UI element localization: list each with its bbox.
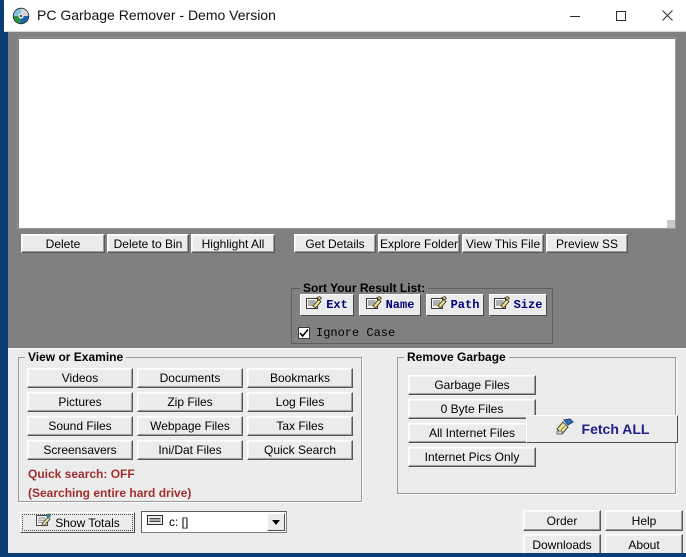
view-button-quick-search-label: Quick Search — [263, 443, 337, 457]
view-button-pictures-label: Pictures — [58, 395, 102, 409]
view-button-pictures[interactable]: Pictures — [27, 392, 133, 412]
bottom-button-help[interactable]: Help — [605, 510, 683, 531]
view-or-examine-legend: View or Examine — [25, 350, 127, 364]
sort-button-name-label: Name — [385, 298, 415, 312]
toolbar-button-view-this-file[interactable]: View This File — [462, 234, 544, 253]
minimize-button[interactable] — [552, 0, 598, 31]
focus-rect — [22, 514, 133, 531]
toolbar-button-preview-ss-label: Preview SS — [555, 236, 619, 251]
bottom-button-downloads-label: Downloads — [532, 537, 592, 552]
toolbar-button-preview-ss[interactable]: Preview SS — [546, 234, 628, 253]
fetch-all-button[interactable]: Fetch ALL — [526, 415, 678, 443]
remove-button-all-internet-files[interactable]: All Internet Files — [408, 423, 536, 443]
drive-combobox-value: c: [] — [169, 515, 189, 529]
drive-select-combobox[interactable]: c: [] — [141, 511, 287, 533]
close-icon — [661, 10, 673, 21]
drive-icon — [147, 513, 163, 531]
view-button-documents-label: Documents — [159, 371, 221, 385]
view-button-log-files[interactable]: Log Files — [247, 392, 353, 412]
application-window: PC Garbage Remover - Demo Version Sort Y… — [0, 0, 686, 557]
view-button-zip-files[interactable]: Zip Files — [137, 392, 243, 412]
cd-disc-icon — [12, 7, 30, 25]
title-bar: PC Garbage Remover - Demo Version — [4, 0, 686, 32]
bottom-button-downloads[interactable]: Downloads — [523, 534, 601, 553]
listbox-resize-grip[interactable] — [667, 220, 675, 228]
view-button-screensavers-label: Screensavers — [43, 443, 117, 457]
sort-button-name[interactable]: Name — [359, 294, 421, 316]
results-listbox[interactable] — [17, 37, 676, 229]
client-area: Sort Your Result List: Ext Name Path Size I… — [8, 32, 686, 553]
view-button-sound-files[interactable]: Sound Files — [27, 416, 133, 436]
maximize-icon — [616, 10, 626, 21]
view-button-tax-files[interactable]: Tax Files — [247, 416, 353, 436]
view-button-videos-label: Videos — [61, 371, 99, 385]
sort-button-path-label: Path — [450, 298, 480, 312]
bottom-button-order[interactable]: Order — [523, 510, 601, 531]
remove-button-all-internet-files-label: All Internet Files — [428, 426, 516, 440]
toolbar-button-highlight-all-label: Highlight All — [201, 236, 265, 251]
chevron-down-icon[interactable] — [267, 513, 285, 531]
toolbar-button-delete[interactable]: Delete — [21, 234, 105, 253]
view-button-zip-files-label: Zip Files — [167, 395, 213, 409]
view-button-bookmarks-label: Bookmarks — [269, 371, 331, 385]
toolbar-button-explore-folder[interactable]: Explore Folder — [378, 234, 460, 253]
sort-button-path[interactable]: Path — [426, 294, 484, 316]
view-button-videos[interactable]: Videos — [27, 368, 133, 388]
toolbar-button-delete-label: Delete — [45, 236, 81, 251]
view-button-log-files-label: Log Files — [275, 395, 325, 409]
toolbar-button-highlight-all[interactable]: Highlight All — [191, 234, 275, 253]
quick-search-status: Quick search: OFF — [28, 467, 135, 481]
bottom-button-help-label: Help — [631, 513, 657, 528]
fetch-hand-icon — [555, 417, 575, 441]
fetch-all-label: Fetch ALL — [581, 421, 650, 437]
toolbar-button-get-details[interactable]: Get Details — [294, 234, 376, 253]
doc-pencil-icon — [493, 296, 510, 314]
toolbar-button-delete-to-bin-label: Delete to Bin — [113, 236, 183, 251]
remove-garbage-legend: Remove Garbage — [404, 350, 509, 364]
maximize-button[interactable] — [598, 0, 644, 31]
view-button-quick-search[interactable]: Quick Search — [247, 440, 353, 460]
remove-button-0-byte-files-label: 0 Byte Files — [440, 402, 504, 416]
sort-button-size-label: Size — [513, 298, 543, 312]
view-button-ini-dat-files[interactable]: Ini/Dat Files — [137, 440, 243, 460]
bottom-button-about[interactable]: About — [605, 534, 683, 553]
doc-pencil-icon — [306, 296, 323, 314]
toolbar-button-get-details-label: Get Details — [305, 236, 365, 251]
view-button-bookmarks[interactable]: Bookmarks — [247, 368, 353, 388]
view-button-sound-files-label: Sound Files — [48, 419, 112, 433]
remove-button-0-byte-files[interactable]: 0 Byte Files — [408, 399, 536, 419]
sort-group-legend: Sort Your Result List: — [300, 281, 429, 295]
remove-button-garbage-files[interactable]: Garbage Files — [408, 375, 536, 395]
view-button-tax-files-label: Tax Files — [276, 419, 324, 433]
ignore-case-checkbox[interactable]: Ignore Case — [298, 325, 395, 341]
remove-button-internet-pics-only-label: Internet Pics Only — [424, 450, 520, 464]
view-button-ini-dat-files-label: Ini/Dat Files — [158, 443, 222, 457]
bottom-button-order-label: Order — [546, 513, 578, 528]
sort-button-ext-label: Ext — [326, 298, 348, 312]
bottom-button-about-label: About — [628, 537, 660, 552]
remove-button-garbage-files-label: Garbage Files — [434, 378, 510, 392]
doc-pencil-icon — [365, 296, 382, 314]
checkbox-box[interactable] — [298, 327, 310, 339]
toolbar-button-view-this-file-label: View This File — [465, 236, 541, 251]
quick-search-scope: (Searching entire hard drive) — [28, 486, 192, 500]
toolbar-button-explore-folder-label: Explore Folder — [379, 236, 459, 251]
close-button[interactable] — [644, 0, 686, 31]
view-button-webpage-files-label: Webpage Files — [150, 419, 230, 433]
checkmark-icon — [299, 328, 309, 338]
doc-pencil-icon — [430, 296, 447, 314]
sort-button-size[interactable]: Size — [489, 294, 547, 316]
ignore-case-label: Ignore Case — [316, 326, 396, 340]
view-button-webpage-files[interactable]: Webpage Files — [137, 416, 243, 436]
minimize-icon — [570, 15, 580, 17]
window-title: PC Garbage Remover - Demo Version — [37, 7, 276, 23]
sort-button-ext[interactable]: Ext — [300, 294, 354, 316]
view-button-screensavers[interactable]: Screensavers — [27, 440, 133, 460]
remove-button-internet-pics-only[interactable]: Internet Pics Only — [408, 447, 536, 467]
show-totals-button[interactable]: Show Totals — [20, 512, 135, 533]
toolbar-button-delete-to-bin[interactable]: Delete to Bin — [107, 234, 189, 253]
view-button-documents[interactable]: Documents — [137, 368, 243, 388]
